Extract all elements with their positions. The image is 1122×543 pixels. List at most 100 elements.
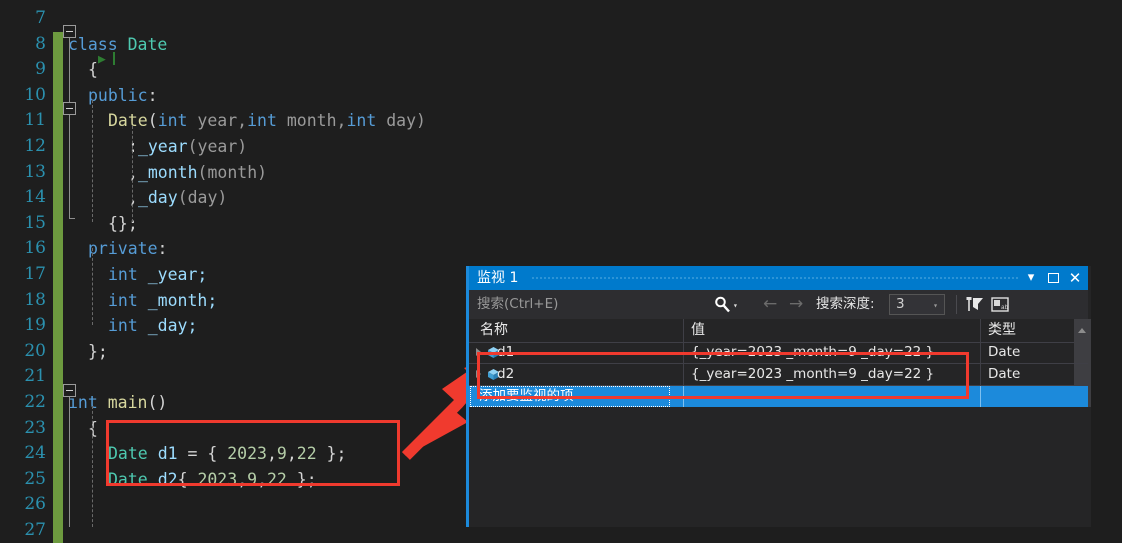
code-text: ,_day(day)	[128, 188, 228, 208]
code-text: {	[88, 60, 98, 80]
search-depth-select[interactable]: 3 ▾	[889, 294, 945, 315]
fold-toggle-class[interactable]	[63, 25, 76, 38]
line-number: 12	[24, 135, 46, 156]
indent-guide-2	[92, 248, 93, 325]
watch-row-type: Date	[988, 366, 1021, 382]
line-number: 15	[24, 212, 46, 233]
line-number: 13	[24, 161, 46, 182]
code-line[interactable]: 10 public:	[0, 82, 1122, 109]
line-number: 10	[24, 84, 46, 105]
code-text: int _day;	[108, 316, 198, 336]
code-line[interactable]: 9{	[0, 57, 1122, 83]
search-forward-icon[interactable]: →	[789, 294, 803, 315]
window-dropdown-icon[interactable]: ▾	[1020, 266, 1042, 290]
search-depth-value: 3	[896, 296, 905, 312]
code-text: Date(int year,int month,int day)	[108, 111, 426, 131]
column-header-value[interactable]: 值	[691, 319, 705, 342]
row-divider	[980, 386, 981, 407]
fold-toggle-ctor[interactable]	[63, 102, 76, 115]
search-icon[interactable]	[713, 295, 732, 314]
column-header-type[interactable]: 类型	[988, 319, 1016, 342]
line-number: 22	[24, 391, 46, 412]
change-bar	[53, 108, 63, 134]
change-bar	[53, 389, 63, 416]
change-bar	[53, 517, 63, 543]
fold-end-class	[69, 218, 75, 219]
code-line[interactable]: 16 private:	[0, 236, 1122, 262]
code-line[interactable]: 15 {};	[0, 210, 1122, 237]
line-number: 21	[24, 366, 46, 387]
title-drag-handle[interactable]	[531, 276, 1020, 281]
change-bar	[53, 31, 63, 58]
fold-line-class	[69, 38, 70, 218]
search-back-icon[interactable]: ←	[763, 294, 777, 315]
change-bar	[53, 57, 63, 83]
row-divider	[980, 342, 981, 363]
fold-column[interactable]	[63, 0, 83, 527]
search-input[interactable]: 搜索(Ctrl+E)	[472, 293, 712, 316]
line-number: 8	[35, 33, 46, 54]
change-bar	[53, 441, 63, 467]
line-number: 27	[24, 519, 46, 540]
watch-highlight-box	[477, 352, 969, 399]
change-bar	[53, 82, 63, 109]
line-number: 19	[24, 315, 46, 336]
change-bar	[53, 261, 63, 288]
run-to-cursor-icon[interactable]: ▶	[98, 53, 106, 66]
change-bar	[53, 236, 63, 262]
watch-title-bar[interactable]: 监视 1 ▾ ✕	[469, 266, 1088, 290]
code-text: private:	[88, 239, 168, 259]
line-number: 17	[24, 263, 46, 284]
code-line[interactable]: 7	[0, 6, 1122, 32]
toolbar-divider	[956, 295, 957, 314]
change-bar	[53, 210, 63, 237]
window-maximize-icon[interactable]	[1042, 266, 1064, 290]
line-number: 25	[24, 468, 46, 489]
code-line[interactable]: 14 ,_day(day)	[0, 185, 1122, 211]
search-depth-label: 搜索深度:	[816, 296, 875, 312]
watch-empty-area[interactable]	[469, 407, 1088, 527]
watch-column-headers[interactable]: 名称 值 类型	[469, 319, 1088, 343]
row-divider	[980, 364, 981, 385]
code-text: ,_month(month)	[128, 162, 268, 182]
column-divider-1[interactable]	[683, 319, 684, 342]
line-number: 24	[24, 443, 46, 464]
watch-title-label: 监视 1	[477, 270, 519, 286]
change-bar	[53, 6, 63, 32]
line-number: 11	[24, 110, 46, 131]
column-header-name[interactable]: 名称	[480, 319, 508, 342]
line-number: 16	[24, 238, 46, 259]
code-line[interactable]: 11 Date(int year,int month,int day)	[0, 108, 1122, 134]
code-text: int _year;	[108, 264, 208, 284]
chevron-down-icon[interactable]: ▾	[933, 301, 938, 310]
search-dropdown-icon[interactable]: ▾	[733, 301, 738, 310]
fold-toggle-main[interactable]	[63, 384, 76, 397]
code-line[interactable]: 12 :_year(year)	[0, 133, 1122, 160]
code-text: int _month;	[108, 290, 218, 310]
code-text: :_year(year)	[128, 136, 248, 156]
fold-line-main	[69, 397, 70, 527]
code-line[interactable]: 13 ,_month(month)	[0, 159, 1122, 186]
line-number: 9	[35, 59, 46, 80]
window-close-icon[interactable]: ✕	[1064, 266, 1086, 290]
change-bar	[53, 492, 63, 518]
scrollbar-up-button[interactable]	[1074, 319, 1091, 342]
line-number: 23	[24, 417, 46, 438]
code-line[interactable]: 8 class Date	[0, 31, 1122, 58]
line-number: 18	[24, 289, 46, 310]
change-bar	[53, 159, 63, 186]
change-bar	[53, 133, 63, 160]
change-bar	[53, 287, 63, 314]
line-number: 14	[24, 187, 46, 208]
hex-display-icon[interactable]: ab	[990, 295, 1011, 314]
pin-filter-icon[interactable]	[964, 295, 985, 314]
code-text: {};	[108, 213, 138, 233]
watch-toolbar[interactable]: 搜索(Ctrl+E) ▾ ← → 搜索深度: 3 ▾ ab	[469, 290, 1088, 320]
line-number: 20	[24, 340, 46, 361]
change-bar	[53, 185, 63, 211]
column-divider-2[interactable]	[980, 319, 981, 342]
change-bar	[53, 466, 63, 493]
code-highlight-box	[106, 420, 400, 486]
line-number: 26	[24, 494, 46, 515]
change-bar	[53, 338, 63, 365]
